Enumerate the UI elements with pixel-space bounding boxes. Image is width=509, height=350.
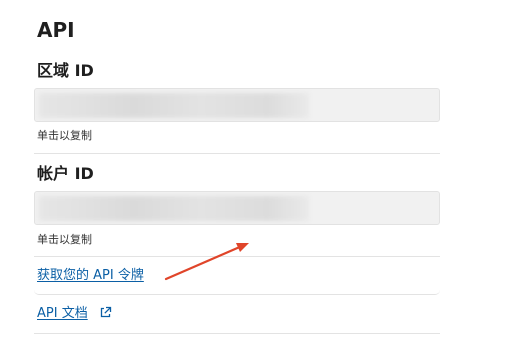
- region-id-label: 区域 ID: [37, 61, 94, 80]
- redaction-blur: [39, 93, 309, 118]
- section-title: API: [37, 18, 75, 42]
- account-id-value-field[interactable]: [34, 191, 440, 225]
- external-link-icon[interactable]: [99, 306, 112, 319]
- region-id-copy-hint: 单击以复制: [37, 129, 92, 142]
- get-api-token-link[interactable]: 获取您的 API 令牌: [37, 268, 144, 284]
- api-docs-link[interactable]: API 文档: [37, 306, 88, 322]
- section-divider: [34, 153, 440, 154]
- account-id-label: 帐户 ID: [37, 164, 94, 183]
- account-id-copy-hint: 单击以复制: [37, 233, 92, 246]
- redaction-blur: [39, 196, 309, 221]
- region-id-value-field[interactable]: [34, 88, 440, 122]
- section-divider: [34, 333, 440, 334]
